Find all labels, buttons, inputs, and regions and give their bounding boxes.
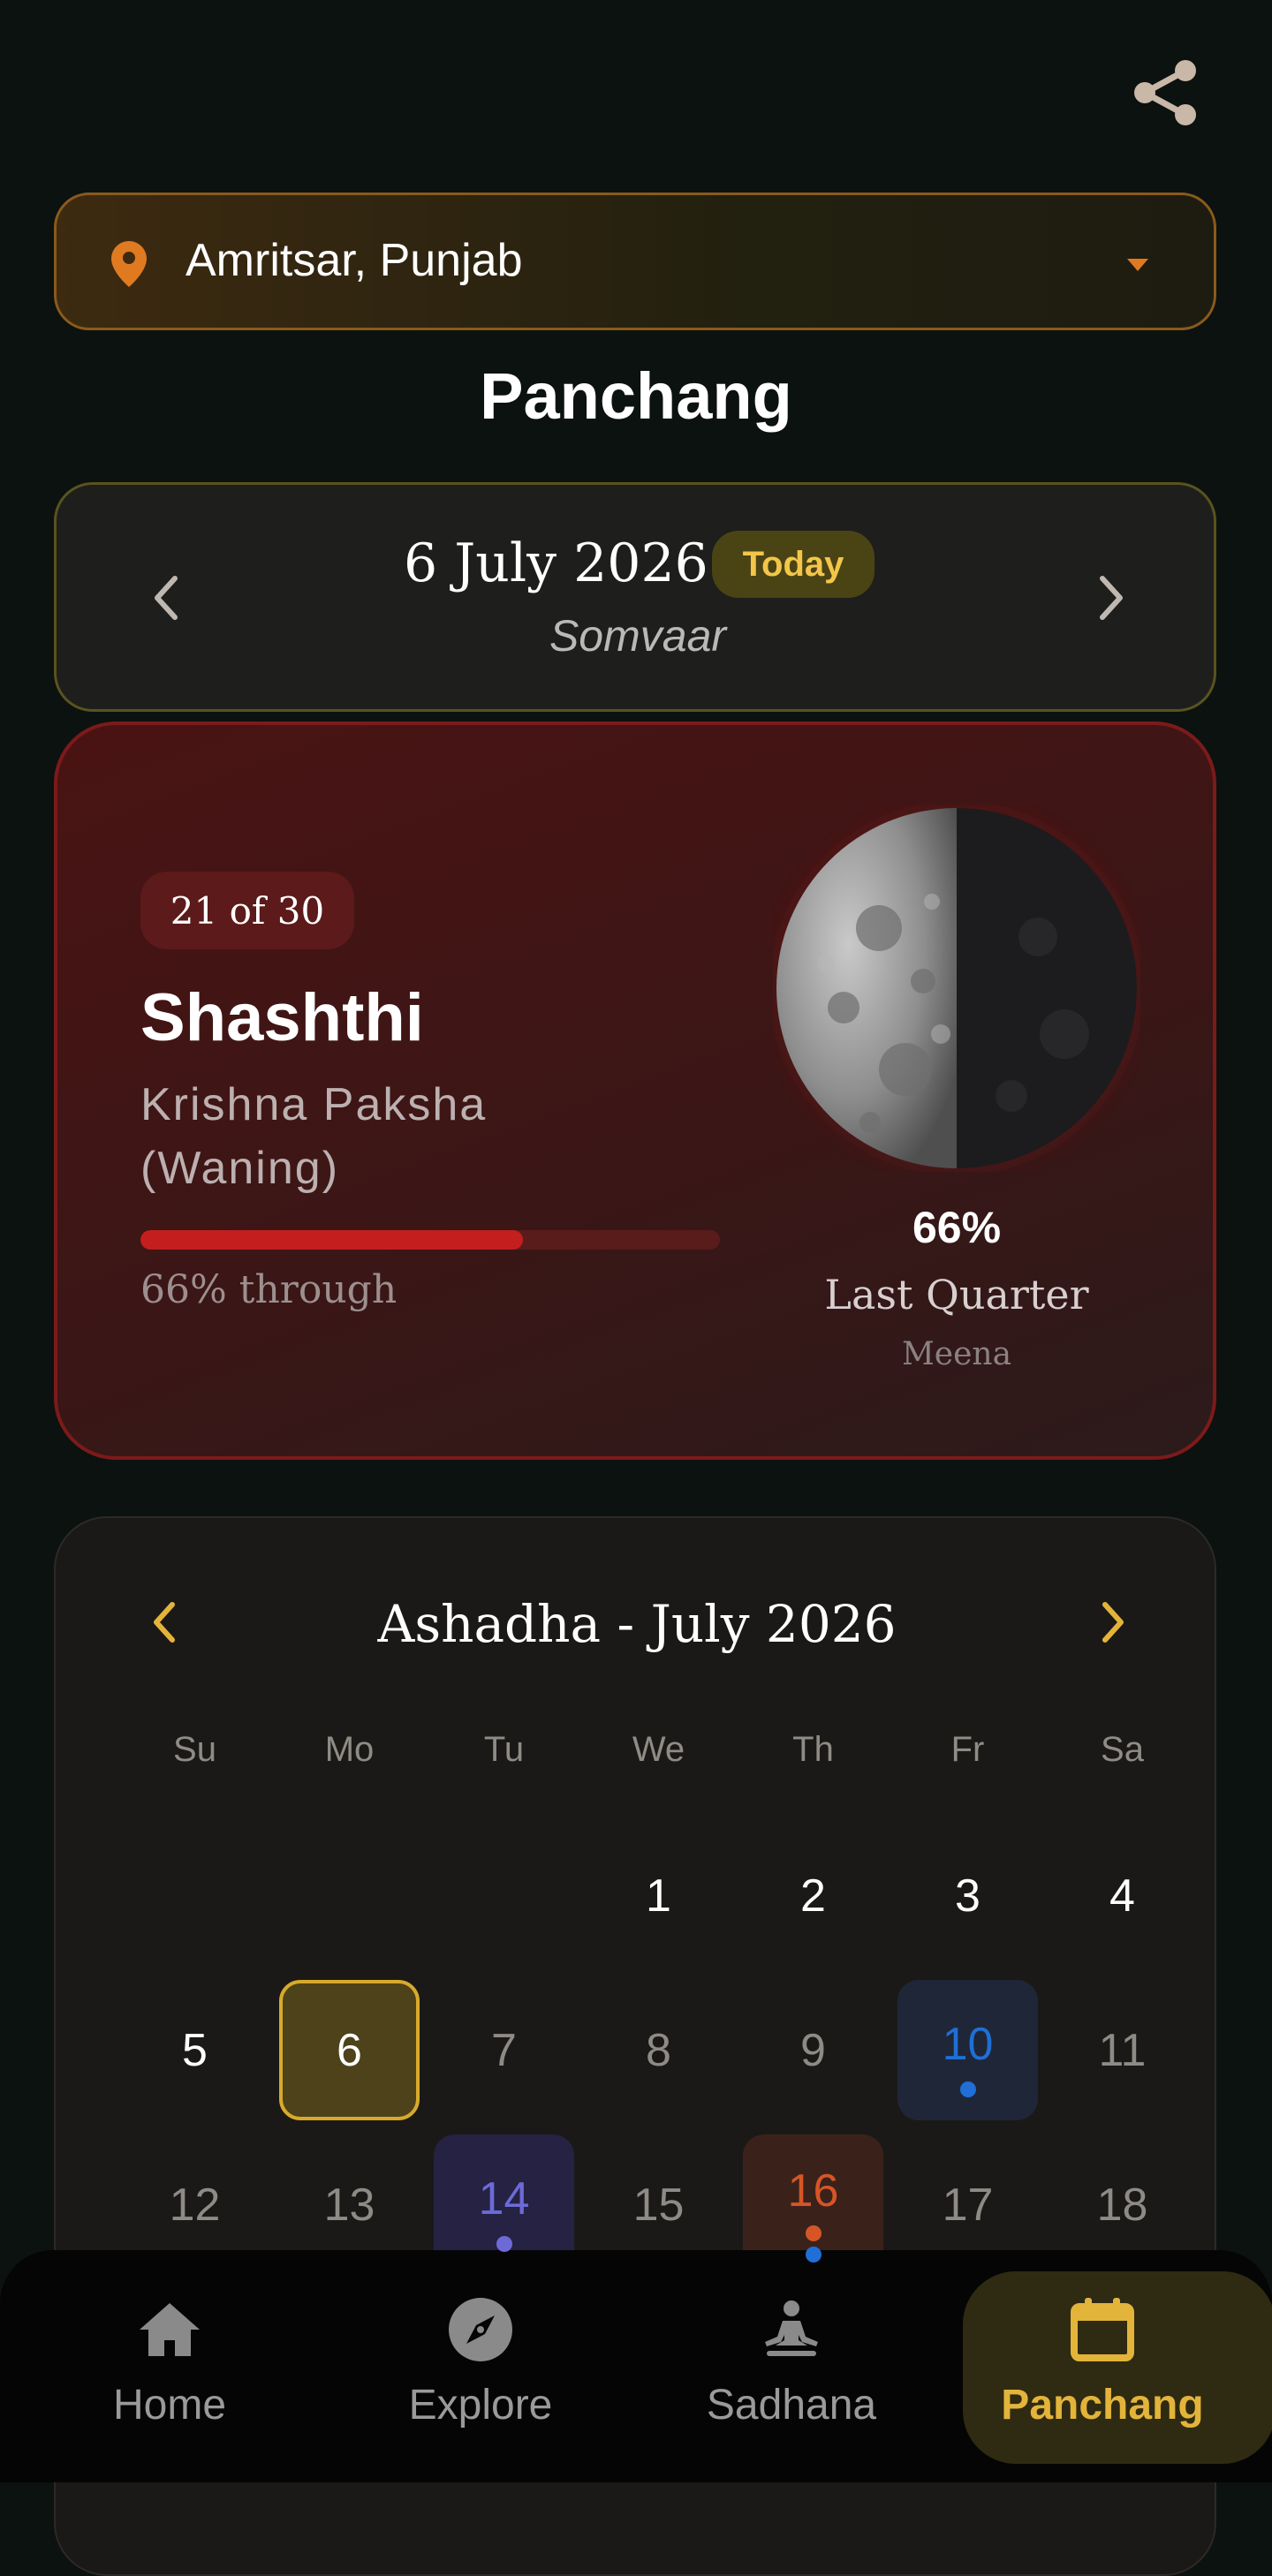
event-dot: [805, 2247, 822, 2262]
day-number: 3: [955, 1870, 980, 1922]
nav-home-label: Home: [112, 2382, 227, 2429]
compass-icon: [449, 2298, 512, 2361]
calendar-day[interactable]: 6: [272, 1973, 427, 2127]
event-dot: [805, 2225, 822, 2241]
moon-illumination: 66%: [912, 1203, 1002, 1252]
event-dot: [959, 2081, 976, 2097]
day-number: 13: [323, 2179, 375, 2231]
day-number: 6: [337, 2024, 362, 2076]
day-number: 10: [942, 2018, 994, 2070]
day-number: 17: [942, 2179, 994, 2231]
empty-day-cell: [117, 1818, 272, 1973]
calendar-day[interactable]: 8: [581, 1973, 736, 2127]
day-number: 5: [182, 2024, 208, 2076]
day-number: 4: [1109, 1870, 1135, 1922]
nav-home[interactable]: Home: [37, 2250, 302, 2482]
weekday-label: Mo: [324, 1730, 375, 1769]
next-month-button[interactable]: [1098, 1599, 1130, 1645]
moon-phase-label: Last Quarter: [824, 1271, 1089, 1318]
calendar-day[interactable]: 3: [890, 1818, 1045, 1973]
weekday-label: Th: [792, 1730, 834, 1769]
day-number: 16: [787, 2164, 839, 2217]
location-pin-icon: [111, 241, 147, 287]
day-number: 14: [478, 2172, 530, 2225]
calendar-day[interactable]: 9: [736, 1973, 890, 2127]
weekday-header-row: Su Mo Tu We Th Fr Sa: [117, 1730, 1200, 1770]
day-number: 2: [800, 1870, 826, 1922]
nav-panchang[interactable]: Panchang: [963, 2250, 1272, 2482]
weekday-label: Su: [173, 1730, 216, 1769]
share-icon[interactable]: [1131, 57, 1203, 129]
next-day-button[interactable]: [1094, 573, 1129, 623]
weekday-name: Somvaar: [549, 611, 727, 661]
current-date: 6 July 2026: [404, 533, 708, 594]
month-title: Ashadha - July 2026: [377, 1594, 897, 1654]
home-icon: [140, 2303, 200, 2356]
nav-explore[interactable]: Explore: [348, 2250, 613, 2482]
nav-sadhana[interactable]: Sadhana: [659, 2250, 924, 2482]
empty-day-cell: [427, 1818, 581, 1973]
calendar-grid: 1 2 3 4 5 6 7 8 9 10 11 12 13 14 15 16 17 18: [117, 1818, 1200, 2282]
day-number: 1: [646, 1870, 671, 1922]
day-number: 15: [632, 2179, 685, 2231]
today-badge[interactable]: Today: [712, 531, 874, 598]
day-number: 8: [646, 2024, 671, 2076]
moon-rashi: Meena: [901, 1336, 1012, 1372]
weekday-label: We: [632, 1730, 685, 1769]
location-selector[interactable]: Amritsar, Punjab: [54, 193, 1216, 330]
day-number: 11: [1098, 2024, 1147, 2076]
nav-sadhana-label: Sadhana: [706, 2382, 877, 2429]
weekday-label: Tu: [483, 1730, 525, 1769]
tithi-progress-text: 66% through: [140, 1267, 398, 1312]
calendar-day[interactable]: 7: [427, 1973, 581, 2127]
day-number: 12: [169, 2179, 221, 2231]
calendar-day[interactable]: 5: [117, 1973, 272, 2127]
tithi-card[interactable]: 21 of 30 Shashthi Krishna Paksha (Waning…: [54, 721, 1216, 1460]
day-number: 18: [1096, 2179, 1148, 2231]
calendar-day[interactable]: 11: [1045, 1973, 1200, 2127]
tithi-progress-fill: [140, 1230, 523, 1250]
tithi-name: Shashthi: [140, 980, 424, 1055]
event-dots: [890, 2081, 1045, 2097]
moon-phase-icon: [775, 806, 1139, 1170]
empty-day-cell: [272, 1818, 427, 1973]
weekday-label: Fr: [950, 1730, 985, 1769]
tithi-progress-bar: [140, 1230, 720, 1250]
tithi-count-badge: 21 of 30: [140, 872, 354, 949]
day-number: 9: [800, 2024, 826, 2076]
date-navigator: 6 July 2026 Today Somvaar: [54, 482, 1216, 712]
location-city: Amritsar, Punjab: [186, 235, 523, 286]
calendar-day[interactable]: 16: [736, 2127, 890, 2282]
calendar-day[interactable]: 1: [581, 1818, 736, 1973]
event-dots: [736, 2225, 890, 2262]
page-title: Panchang: [480, 359, 792, 433]
calendar-day[interactable]: 4: [1045, 1818, 1200, 1973]
bottom-navigation: Home Explore Sadhana Panchang: [0, 2250, 1272, 2482]
calendar-day[interactable]: 10: [890, 1973, 1045, 2127]
calendar-day[interactable]: 2: [736, 1818, 890, 1973]
nav-panchang-label: Panchang: [1001, 2382, 1204, 2429]
meditation-icon: [765, 2300, 818, 2356]
paksha-label: Krishna Paksha (Waning): [140, 1079, 488, 1194]
dropdown-caret-icon: [1127, 259, 1148, 271]
day-number: 7: [491, 2024, 517, 2076]
weekday-label: Sa: [1101, 1730, 1144, 1769]
event-dots: [427, 2236, 581, 2252]
event-dot: [496, 2236, 512, 2252]
calendar-icon: [1071, 2298, 1134, 2361]
nav-explore-label: Explore: [408, 2382, 553, 2429]
